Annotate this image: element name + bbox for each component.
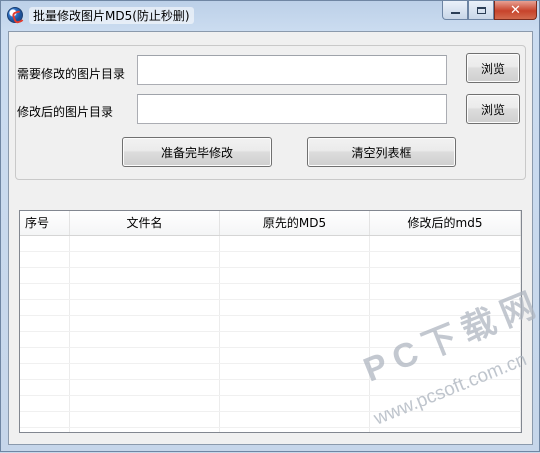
table-cell (70, 300, 220, 315)
table-cell (20, 428, 70, 432)
table-cell (20, 284, 70, 299)
target-dir-label: 修改后的图片目录 (17, 105, 114, 119)
column-header-new-md5[interactable]: 修改后的md5 (370, 211, 521, 235)
table-cell (220, 300, 370, 315)
table-cell (220, 364, 370, 379)
table-cell (220, 284, 370, 299)
client-area: 需要修改的图片目录 浏览 修改后的图片目录 浏览 准备完毕修改 清空列表框 序号… (8, 31, 533, 445)
table-cell (220, 316, 370, 331)
table-row[interactable] (20, 380, 521, 396)
table-row[interactable] (20, 348, 521, 364)
table-row[interactable] (20, 332, 521, 348)
table-cell (20, 396, 70, 411)
target-dir-input[interactable] (137, 94, 447, 124)
close-icon: ✕ (510, 2, 521, 18)
table-cell (220, 428, 370, 432)
table-row[interactable] (20, 300, 521, 316)
app-icon (7, 7, 23, 23)
table-cell (70, 380, 220, 395)
source-dir-input[interactable] (137, 55, 447, 85)
table-cell (220, 332, 370, 347)
table-cell (370, 236, 521, 251)
table-cell (220, 268, 370, 283)
file-list[interactable]: 序号 文件名 原先的MD5 修改后的md5 (19, 210, 522, 433)
source-browse-button[interactable]: 浏览 (466, 53, 520, 83)
table-cell (220, 380, 370, 395)
table-row[interactable] (20, 412, 521, 428)
clear-list-button[interactable]: 清空列表框 (307, 137, 456, 167)
table-cell (20, 348, 70, 363)
table-row[interactable] (20, 252, 521, 268)
table-cell (370, 316, 521, 331)
table-cell (370, 348, 521, 363)
minimize-icon (450, 12, 460, 14)
table-cell (70, 316, 220, 331)
target-browse-button[interactable]: 浏览 (466, 94, 520, 124)
close-button[interactable]: ✕ (494, 1, 537, 20)
minimize-button[interactable] (442, 1, 468, 20)
table-cell (370, 300, 521, 315)
source-dir-label: 需要修改的图片目录 (17, 67, 126, 81)
table-cell (70, 412, 220, 427)
table-row[interactable] (20, 236, 521, 252)
table-cell (370, 364, 521, 379)
table-cell (370, 252, 521, 267)
title-bar[interactable]: 批量修改图片MD5(防止秒删) ✕ (1, 1, 540, 31)
table-cell (70, 332, 220, 347)
table-cell (70, 284, 220, 299)
table-cell (70, 268, 220, 283)
table-cell (20, 252, 70, 267)
table-cell (70, 236, 220, 251)
ready-modify-button[interactable]: 准备完毕修改 (122, 137, 272, 167)
table-cell (370, 268, 521, 283)
table-cell (70, 252, 220, 267)
table-cell (20, 380, 70, 395)
window-controls: ✕ (442, 1, 537, 21)
table-row[interactable] (20, 364, 521, 380)
table-cell (370, 412, 521, 427)
table-cell (370, 284, 521, 299)
table-cell (220, 348, 370, 363)
table-cell (370, 380, 521, 395)
table-cell (220, 236, 370, 251)
table-cell (70, 396, 220, 411)
table-cell (20, 268, 70, 283)
table-cell (20, 236, 70, 251)
table-cell (370, 428, 521, 432)
app-window: 批量修改图片MD5(防止秒删) ✕ 需要修改的图片目录 浏览 修改后的图片目录 … (0, 0, 540, 452)
table-cell (20, 364, 70, 379)
table-cell (20, 412, 70, 427)
table-row[interactable] (20, 316, 521, 332)
column-header-index[interactable]: 序号 (20, 211, 70, 235)
column-header-original-md5[interactable]: 原先的MD5 (220, 211, 370, 235)
table-row[interactable] (20, 268, 521, 284)
table-cell (70, 428, 220, 432)
table-cell (370, 396, 521, 411)
table-cell (70, 348, 220, 363)
list-rows (20, 236, 521, 432)
table-row[interactable] (20, 396, 521, 412)
window-title: 批量修改图片MD5(防止秒删) (29, 7, 194, 24)
table-cell (220, 252, 370, 267)
table-row[interactable] (20, 284, 521, 300)
table-cell (20, 332, 70, 347)
table-cell (220, 412, 370, 427)
column-header-filename[interactable]: 文件名 (70, 211, 220, 235)
table-cell (70, 364, 220, 379)
table-row[interactable] (20, 428, 521, 432)
maximize-icon (476, 6, 486, 14)
list-header: 序号 文件名 原先的MD5 修改后的md5 (20, 211, 521, 236)
table-cell (220, 396, 370, 411)
maximize-button[interactable] (468, 1, 494, 20)
table-cell (370, 332, 521, 347)
table-cell (20, 300, 70, 315)
table-cell (20, 316, 70, 331)
